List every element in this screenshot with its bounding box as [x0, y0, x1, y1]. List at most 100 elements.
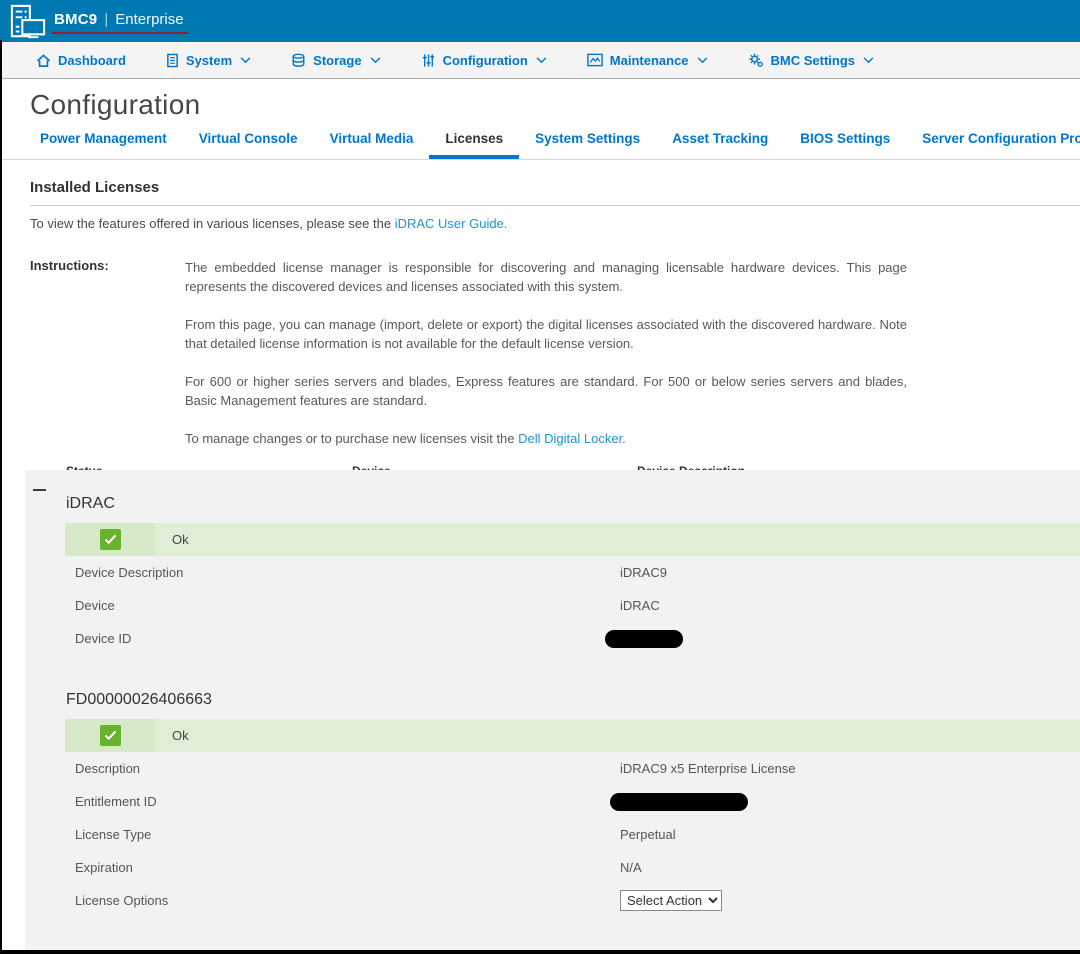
detail-row-expiration: Expiration N/A: [25, 851, 1080, 884]
tab-virtual-media[interactable]: Virtual Media: [314, 131, 430, 159]
idrac-user-guide-link[interactable]: iDRAC User Guide.: [395, 216, 508, 231]
detail-row-device-description: Device Description iDRAC9: [25, 556, 1080, 589]
home-icon: [36, 53, 51, 68]
tab-virtual-console[interactable]: Virtual Console: [183, 131, 314, 159]
detail-value: N/A: [620, 860, 642, 875]
section-divider: [30, 205, 1080, 206]
chevron-down-icon: [240, 57, 251, 64]
detail-label: License Options: [75, 893, 168, 908]
app-header: BMC9 | Enterprise: [0, 0, 1080, 42]
detail-row-license-type: License TypePerpetual: [25, 818, 1080, 851]
window-bottom-edge: [0, 950, 1080, 954]
intro-line: To view the features offered in various …: [30, 216, 1080, 231]
detail-row-entitlement-id: Entitlement ID: [25, 785, 1080, 818]
detail-value: iDRAC: [620, 598, 660, 613]
nav-item-label: Storage: [313, 53, 361, 68]
instructions-paragraph: To manage changes or to purchase new lic…: [185, 429, 907, 448]
redacted-value: [610, 793, 748, 811]
minus-icon: [33, 489, 46, 491]
intro-text: To view the features offered in various …: [30, 216, 395, 231]
chevron-down-icon: [697, 57, 708, 64]
group-title: iDRAC: [25, 470, 1080, 523]
license-group-idrac: iDRAC Ok Device Description iDRAC9 Device iDR…: [25, 470, 1080, 667]
nav-item-label: Dashboard: [58, 53, 126, 68]
detail-label: Device: [75, 598, 115, 613]
tab-asset-tracking[interactable]: Asset Tracking: [656, 131, 784, 159]
page-title: Configuration: [30, 89, 1080, 121]
detail-value: iDRAC9: [620, 565, 667, 580]
sliders-icon: [421, 53, 436, 68]
brand-underline: [52, 32, 188, 34]
dell-digital-locker-link[interactable]: Dell Digital Locker.: [518, 431, 626, 446]
status-row: Ok: [65, 523, 1080, 556]
brand-name: BMC9: [54, 11, 97, 28]
detail-label: Expiration: [75, 860, 133, 875]
license-options-select-wrap: Select Action: [620, 890, 722, 911]
instructions-block: Instructions: The embedded license manag…: [30, 258, 1080, 448]
select-action-dropdown[interactable]: Select Action: [620, 890, 722, 911]
status-text: Ok: [172, 532, 189, 547]
nav-item-storage[interactable]: Storage: [291, 53, 380, 68]
nav-item-label: System: [186, 53, 232, 68]
instructions-text: From this page, you can manage (import, …: [185, 317, 907, 351]
gears-icon: [748, 53, 764, 68]
tab-system-settings[interactable]: System Settings: [519, 131, 656, 159]
nav-item-label: BMC Settings: [771, 53, 856, 68]
window-left-edge: [0, 40, 2, 954]
instructions-paragraph: The embedded license manager is responsi…: [185, 258, 907, 296]
status-text: Ok: [172, 728, 189, 743]
status-cell: [65, 719, 155, 752]
instructions-text: For 600 or higher series servers and bla…: [185, 374, 907, 408]
brand[interactable]: BMC9 | Enterprise: [54, 11, 184, 32]
main-nav: Dashboard System Storage Configuration Maint…: [0, 42, 1080, 79]
group-title: FD00000026406663: [25, 667, 1080, 719]
bmc-logo-icon: [8, 3, 48, 41]
detail-value: iDRAC9 x5 Enterprise License: [620, 761, 796, 776]
detail-row-description: DescriptioniDRAC9 x5 Enterprise License: [25, 752, 1080, 785]
check-icon[interactable]: [100, 725, 121, 746]
status-row: Ok: [65, 719, 1080, 752]
instructions-text: To manage changes or to purchase new lic…: [185, 431, 518, 446]
nav-item-maintenance[interactable]: Maintenance: [587, 53, 708, 68]
brand-separator: |: [104, 11, 108, 28]
license-group-fd00000026406663: FD00000026406663 Ok DescriptioniDRAC9 x5 E…: [25, 667, 1080, 917]
section-title: Installed Licenses: [30, 179, 1080, 196]
nav-item-dashboard[interactable]: Dashboard: [36, 53, 126, 68]
tab-server-configuration-profile[interactable]: Server Configuration Profile: [906, 131, 1080, 159]
instructions-paragraph: From this page, you can manage (import, …: [185, 315, 907, 353]
check-icon[interactable]: [100, 529, 121, 550]
nav-item-bmc-settings[interactable]: BMC Settings: [748, 53, 875, 68]
detail-row-license-options: License Options Select Action: [25, 884, 1080, 917]
collapse-toggle[interactable]: [33, 483, 47, 497]
image-icon: [587, 53, 603, 67]
nav-item-configuration[interactable]: Configuration: [421, 53, 547, 68]
detail-label: Device Description: [75, 565, 183, 580]
nav-item-system[interactable]: System: [166, 53, 251, 68]
storage-icon: [291, 53, 306, 68]
detail-row-device: Device iDRAC: [25, 589, 1080, 622]
system-icon: [166, 53, 179, 68]
idrac-app-window: BMC9 | Enterprise Dashboard System Storage…: [0, 0, 1080, 954]
tab-bios-settings[interactable]: BIOS Settings: [784, 131, 906, 159]
nav-item-label: Configuration: [443, 53, 528, 68]
instructions-paragraph: For 600 or higher series servers and bla…: [185, 372, 907, 410]
tab-licenses[interactable]: Licenses: [429, 131, 519, 159]
content-area: Installed Licenses To view the features …: [0, 179, 1080, 486]
instructions-text: The embedded license manager is responsi…: [185, 260, 907, 294]
status-cell: [65, 523, 155, 556]
detail-label: License Type: [75, 827, 151, 842]
chevron-down-icon: [370, 57, 381, 64]
detail-label: Device ID: [75, 631, 131, 646]
group-gap: [25, 655, 1080, 667]
brand-edition: Enterprise: [115, 11, 183, 28]
detail-row-device-id: Device ID: [25, 622, 1080, 655]
instructions-body: The embedded license manager is responsi…: [185, 258, 907, 448]
instructions-label: Instructions:: [30, 258, 109, 273]
chevron-down-icon: [536, 57, 547, 64]
nav-item-label: Maintenance: [610, 53, 689, 68]
chevron-down-icon: [863, 57, 874, 64]
tab-power-management[interactable]: Power Management: [24, 131, 183, 159]
tab-bar: Power ManagementVirtual ConsoleVirtual M…: [0, 129, 1080, 160]
license-groups: iDRAC Ok Device Description iDRAC9 Device iDR…: [25, 470, 1080, 950]
redacted-value: [605, 630, 683, 648]
